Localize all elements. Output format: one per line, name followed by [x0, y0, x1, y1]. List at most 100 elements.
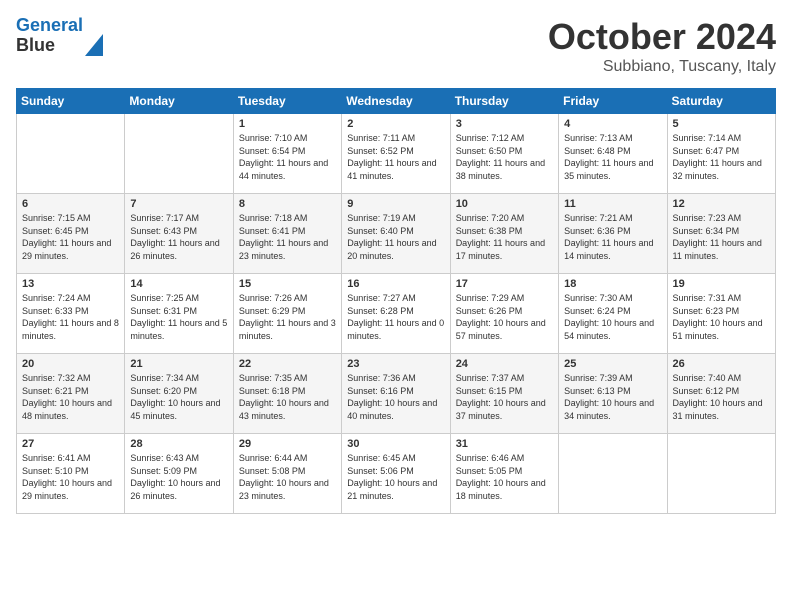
calendar-cell: 12 Sunrise: 7:23 AM Sunset: 6:34 PM Dayli…: [667, 194, 775, 274]
day-info: Sunrise: 7:30 AM Sunset: 6:24 PM Dayligh…: [564, 292, 661, 342]
day-number: 1: [239, 118, 336, 130]
calendar-cell: 13 Sunrise: 7:24 AM Sunset: 6:33 PM Dayli…: [17, 274, 125, 354]
day-number: 4: [564, 118, 661, 130]
calendar-cell: 29 Sunrise: 6:44 AM Sunset: 5:08 PM Dayli…: [233, 434, 341, 514]
day-number: 9: [347, 198, 444, 210]
calendar-cell: 21 Sunrise: 7:34 AM Sunset: 6:20 PM Dayli…: [125, 354, 233, 434]
calendar-cell: 23 Sunrise: 7:36 AM Sunset: 6:16 PM Dayli…: [342, 354, 450, 434]
day-number: 2: [347, 118, 444, 130]
day-number: 28: [130, 438, 227, 450]
day-info: Sunrise: 7:29 AM Sunset: 6:26 PM Dayligh…: [456, 292, 553, 342]
day-info: Sunrise: 7:39 AM Sunset: 6:13 PM Dayligh…: [564, 372, 661, 422]
day-info: Sunrise: 7:12 AM Sunset: 6:50 PM Dayligh…: [456, 132, 553, 182]
week-row-3: 13 Sunrise: 7:24 AM Sunset: 6:33 PM Dayli…: [17, 274, 776, 354]
day-number: 20: [22, 358, 119, 370]
calendar-cell: 28 Sunrise: 6:43 AM Sunset: 5:09 PM Dayli…: [125, 434, 233, 514]
calendar-cell: 30 Sunrise: 6:45 AM Sunset: 5:06 PM Dayli…: [342, 434, 450, 514]
calendar-cell: [125, 114, 233, 194]
calendar-cell: 15Sunrise: 7:26 AM Sunset: 6:29 PM Dayli…: [233, 274, 341, 354]
calendar-cell: 19 Sunrise: 7:31 AM Sunset: 6:23 PM Dayli…: [667, 274, 775, 354]
page-header: General Blue October 2024 Subbiano, Tusc…: [16, 16, 776, 76]
day-info: Sunrise: 7:21 AM Sunset: 6:36 PM Dayligh…: [564, 212, 661, 262]
day-info: Sunrise: 7:14 AM Sunset: 6:47 PM Dayligh…: [673, 132, 770, 182]
day-info: Sunrise: 7:31 AM Sunset: 6:23 PM Dayligh…: [673, 292, 770, 342]
day-number: 21: [130, 358, 227, 370]
day-info: Sunrise: 6:44 AM Sunset: 5:08 PM Dayligh…: [239, 452, 336, 502]
day-number: 18: [564, 278, 661, 290]
day-number: 7: [130, 198, 227, 210]
col-header-tuesday: Tuesday: [233, 89, 341, 114]
day-info: Sunrise: 7:15 AM Sunset: 6:45 PM Dayligh…: [22, 212, 119, 262]
day-number: 14: [130, 278, 227, 290]
day-info: Sunrise: 7:37 AM Sunset: 6:15 PM Dayligh…: [456, 372, 553, 422]
week-row-4: 20 Sunrise: 7:32 AM Sunset: 6:21 PM Dayli…: [17, 354, 776, 434]
calendar-cell: 25 Sunrise: 7:39 AM Sunset: 6:13 PM Dayli…: [559, 354, 667, 434]
day-number: 24: [456, 358, 553, 370]
day-info: Sunrise: 7:24 AM Sunset: 6:33 PM Dayligh…: [22, 292, 119, 342]
day-info: Sunrise: 7:18 AM Sunset: 6:41 PM Dayligh…: [239, 212, 336, 262]
day-number: 26: [673, 358, 770, 370]
day-number: 10: [456, 198, 553, 210]
day-info: Sunrise: 7:40 AM Sunset: 6:12 PM Dayligh…: [673, 372, 770, 422]
day-info: Sunrise: 6:41 AM Sunset: 5:10 PM Dayligh…: [22, 452, 119, 502]
day-number: 8: [239, 198, 336, 210]
calendar-cell: [17, 114, 125, 194]
calendar-cell: 1 Sunrise: 7:10 AM Sunset: 6:54 PM Daylig…: [233, 114, 341, 194]
day-info: Sunrise: 7:23 AM Sunset: 6:34 PM Dayligh…: [673, 212, 770, 262]
col-header-friday: Friday: [559, 89, 667, 114]
calendar-cell: 11 Sunrise: 7:21 AM Sunset: 6:36 PM Dayli…: [559, 194, 667, 274]
day-number: 6: [22, 198, 119, 210]
day-info: Sunrise: 7:34 AM Sunset: 6:20 PM Dayligh…: [130, 372, 227, 422]
logo-icon: [85, 34, 103, 56]
week-row-5: 27 Sunrise: 6:41 AM Sunset: 5:10 PM Dayli…: [17, 434, 776, 514]
calendar-cell: 18 Sunrise: 7:30 AM Sunset: 6:24 PM Dayli…: [559, 274, 667, 354]
calendar-cell: [559, 434, 667, 514]
day-number: 11: [564, 198, 661, 210]
day-number: 25: [564, 358, 661, 370]
col-header-sunday: Sunday: [17, 89, 125, 114]
calendar-cell: 2 Sunrise: 7:11 AM Sunset: 6:52 PM Daylig…: [342, 114, 450, 194]
day-number: 23: [347, 358, 444, 370]
logo: General Blue: [16, 16, 103, 56]
title-block: October 2024 Subbiano, Tuscany, Italy: [548, 16, 776, 76]
calendar-header-row: SundayMondayTuesdayWednesdayThursdayFrid…: [17, 89, 776, 114]
day-info: Sunrise: 7:10 AM Sunset: 6:54 PM Dayligh…: [239, 132, 336, 182]
day-number: 30: [347, 438, 444, 450]
day-info: Sunrise: 6:43 AM Sunset: 5:09 PM Dayligh…: [130, 452, 227, 502]
day-info: Sunrise: 7:36 AM Sunset: 6:16 PM Dayligh…: [347, 372, 444, 422]
calendar-table: SundayMondayTuesdayWednesdayThursdayFrid…: [16, 88, 776, 514]
day-number: 22: [239, 358, 336, 370]
day-number: 29: [239, 438, 336, 450]
day-number: 13: [22, 278, 119, 290]
day-info: Sunrise: 7:17 AM Sunset: 6:43 PM Dayligh…: [130, 212, 227, 262]
day-info: Sunrise: 7:32 AM Sunset: 6:21 PM Dayligh…: [22, 372, 119, 422]
day-number: 3: [456, 118, 553, 130]
col-header-wednesday: Wednesday: [342, 89, 450, 114]
calendar-cell: 24 Sunrise: 7:37 AM Sunset: 6:15 PM Dayli…: [450, 354, 558, 434]
calendar-cell: 9 Sunrise: 7:19 AM Sunset: 6:40 PM Daylig…: [342, 194, 450, 274]
calendar-cell: 7 Sunrise: 7:17 AM Sunset: 6:43 PM Daylig…: [125, 194, 233, 274]
location: Subbiano, Tuscany, Italy: [548, 58, 776, 76]
day-number: 12: [673, 198, 770, 210]
day-info: Sunrise: 6:45 AM Sunset: 5:06 PM Dayligh…: [347, 452, 444, 502]
col-header-saturday: Saturday: [667, 89, 775, 114]
day-info: Sunrise: 6:46 AM Sunset: 5:05 PM Dayligh…: [456, 452, 553, 502]
day-number: 27: [22, 438, 119, 450]
day-number: 19: [673, 278, 770, 290]
day-info: Sunrise: 7:20 AM Sunset: 6:38 PM Dayligh…: [456, 212, 553, 262]
day-info: Sunrise: 7:19 AM Sunset: 6:40 PM Dayligh…: [347, 212, 444, 262]
day-info: Sunrise: 7:27 AM Sunset: 6:28 PM Dayligh…: [347, 292, 444, 342]
day-info: Sunrise: 7:25 AM Sunset: 6:31 PM Dayligh…: [130, 292, 227, 342]
day-info: Sunrise: 7:11 AM Sunset: 6:52 PM Dayligh…: [347, 132, 444, 182]
day-info: Sunrise: 7:13 AM Sunset: 6:48 PM Dayligh…: [564, 132, 661, 182]
calendar-cell: 16 Sunrise: 7:27 AM Sunset: 6:28 PM Dayli…: [342, 274, 450, 354]
day-number: 16: [347, 278, 444, 290]
calendar-cell: [667, 434, 775, 514]
calendar-cell: 20 Sunrise: 7:32 AM Sunset: 6:21 PM Dayli…: [17, 354, 125, 434]
calendar-cell: 3 Sunrise: 7:12 AM Sunset: 6:50 PM Daylig…: [450, 114, 558, 194]
calendar-cell: 14 Sunrise: 7:25 AM Sunset: 6:31 PM Dayli…: [125, 274, 233, 354]
calendar-cell: 31Sunrise: 6:46 AM Sunset: 5:05 PM Dayli…: [450, 434, 558, 514]
calendar-cell: 8 Sunrise: 7:18 AM Sunset: 6:41 PM Daylig…: [233, 194, 341, 274]
calendar-cell: 22Sunrise: 7:35 AM Sunset: 6:18 PM Dayli…: [233, 354, 341, 434]
week-row-2: 6 Sunrise: 7:15 AM Sunset: 6:45 PM Daylig…: [17, 194, 776, 274]
